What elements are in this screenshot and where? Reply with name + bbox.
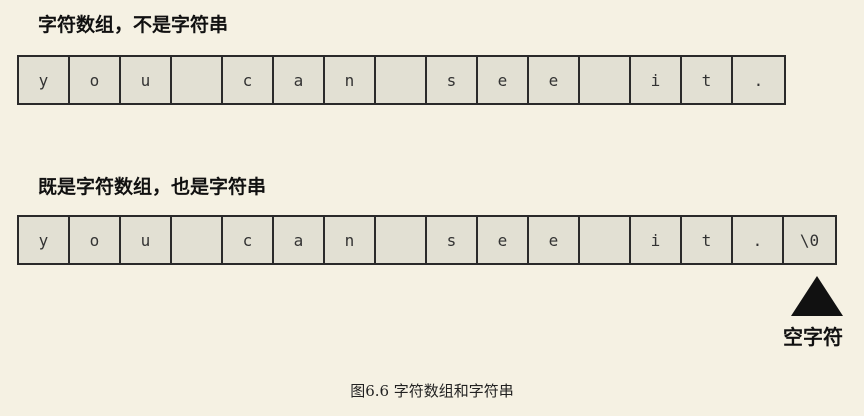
string-cell [376,217,427,263]
char-array-cell: i [631,57,682,103]
string-cell: n [325,217,376,263]
pointer-triangle-icon [791,276,843,316]
string-cell: c [223,217,274,263]
figure-caption: 图6.6 字符数组和字符串 [350,382,514,400]
string-cell: . [733,217,784,263]
string-cell [172,217,223,263]
string-cell: \0 [784,217,835,263]
string-cell: e [529,217,580,263]
string-cell: i [631,217,682,263]
string-cell: s [427,217,478,263]
string-cell: t [682,217,733,263]
string-row: y o u c a n s e e i t. \0 [17,215,837,265]
char-array-cell [376,57,427,103]
char-array-cell: a [274,57,325,103]
string-cell: y [19,217,70,263]
char-array-cell: n [325,57,376,103]
char-array-cell: s [427,57,478,103]
char-array-cell: u [121,57,172,103]
char-array-cell: e [478,57,529,103]
char-array-cell: c [223,57,274,103]
heading-char-array-and-string: 既是字符数组，也是字符串 [38,176,267,198]
null-char-label: 空字符 [783,325,843,349]
string-cell: u [121,217,172,263]
char-array-cell: y [19,57,70,103]
char-array-cell: . [733,57,784,103]
char-array-cell [172,57,223,103]
char-array-cell: e [529,57,580,103]
string-cell: o [70,217,121,263]
string-cell [580,217,631,263]
char-array-cell: t [682,57,733,103]
string-cell: a [274,217,325,263]
heading-char-array-not-string: 字符数组，不是字符串 [38,14,229,36]
char-array-cell [580,57,631,103]
char-array-cell: o [70,57,121,103]
string-cell: e [478,217,529,263]
char-array-row: youcanseeit. [17,55,786,105]
